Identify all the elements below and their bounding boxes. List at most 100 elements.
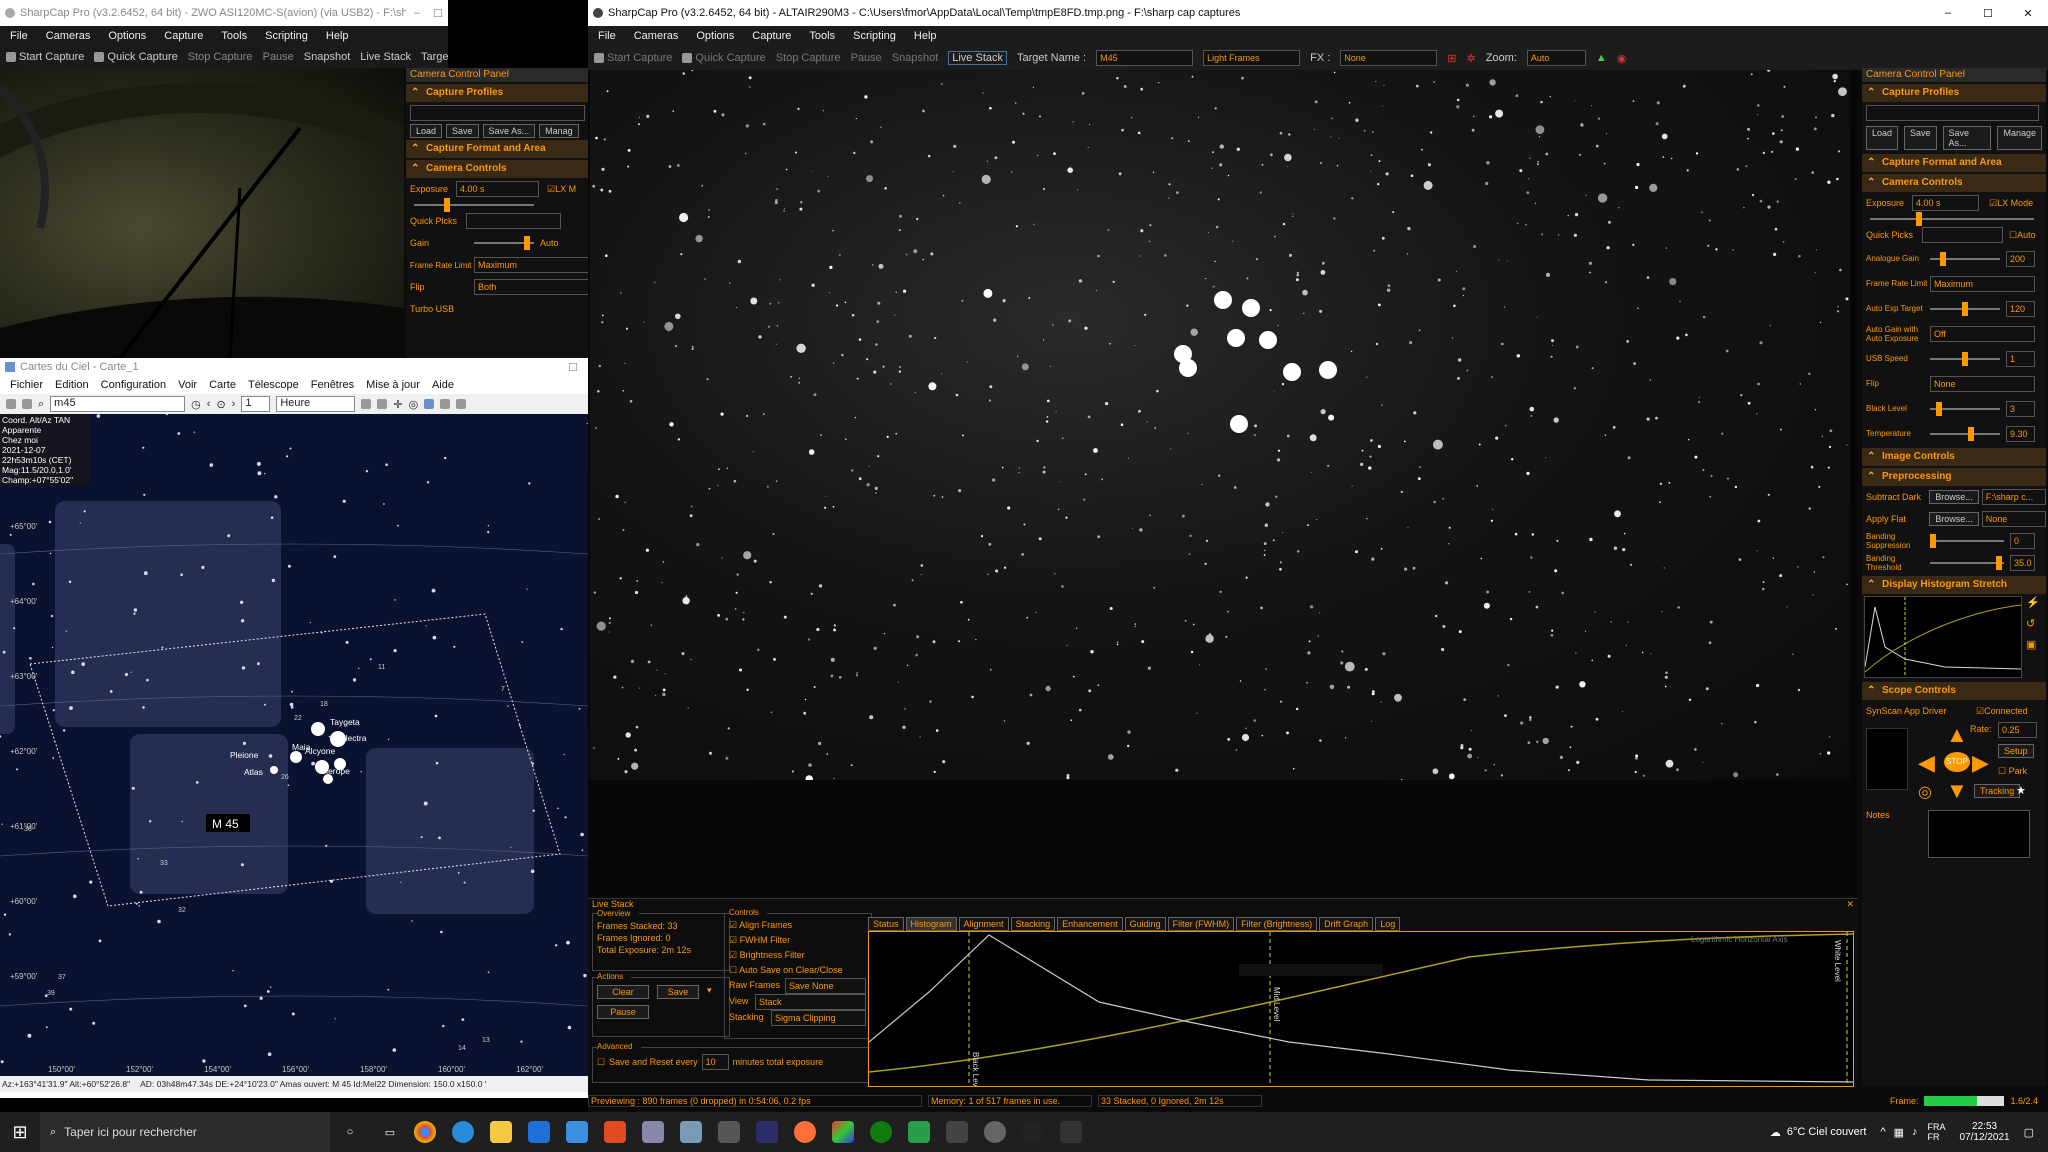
- main-quick-capture-button[interactable]: Quick Capture: [682, 52, 766, 64]
- app-icon-10[interactable]: [756, 1121, 778, 1143]
- left-profile-button[interactable]: Save As...: [482, 124, 536, 138]
- step-input[interactable]: 1: [241, 396, 271, 412]
- live-stack-tab[interactable]: Alignment: [958, 917, 1009, 931]
- camera-controls-section[interactable]: Camera Controls: [406, 160, 590, 178]
- auto-stretch-icon[interactable]: ⚡: [2026, 596, 2040, 609]
- camera-setting-value[interactable]: 200: [2006, 250, 2035, 267]
- tracking-button[interactable]: Tracking: [1974, 784, 2021, 798]
- main-lx-mode-checkbox[interactable]: ☑: [1989, 198, 1997, 209]
- app-icon-18[interactable]: [1060, 1121, 1082, 1143]
- gain-auto-label[interactable]: Auto: [540, 238, 559, 248]
- zoom-select[interactable]: Auto: [1526, 50, 1586, 66]
- reticle-icon[interactable]: ⊞: [1447, 52, 1456, 65]
- live-stack-tab[interactable]: Filter (Brightness): [1236, 917, 1318, 931]
- cdc-menu-item[interactable]: Carte: [209, 379, 236, 391]
- app-icon-15[interactable]: [946, 1121, 968, 1143]
- camera-setting-slider[interactable]: [1930, 351, 2000, 366]
- m45-label[interactable]: M 45: [212, 817, 239, 831]
- sharpcap-main-menu-item[interactable]: Cameras: [634, 30, 679, 42]
- main-maximize-icon[interactable]: ☐: [1968, 7, 2008, 20]
- quick-picks-select[interactable]: [466, 213, 561, 229]
- cdc-menu-item[interactable]: Fenêtres: [311, 379, 354, 391]
- left-profile-button[interactable]: Load: [410, 124, 443, 138]
- main-live-stack-button[interactable]: Live Stack: [948, 51, 1007, 65]
- dark-browse-button[interactable]: Browse...: [1929, 490, 1979, 504]
- main-quick-picks-select[interactable]: [1922, 227, 2003, 243]
- preprocessing-section[interactable]: Preprocessing: [1862, 468, 2046, 486]
- live-stack-tab[interactable]: Histogram: [905, 917, 957, 931]
- main-profile-select[interactable]: [1866, 105, 2039, 121]
- live-stack-button[interactable]: Live Stack: [360, 51, 411, 63]
- display-histogram-section[interactable]: Display Histogram Stretch: [1862, 576, 2046, 594]
- align-frames-checkbox[interactable]: ☑ Align Frames: [729, 918, 867, 933]
- autosave-checkbox[interactable]: ☐ Auto Save on Clear/Close: [729, 963, 867, 978]
- cdc-titlebar[interactable]: Cartes du Ciel - Carte_1 ☐: [0, 358, 588, 376]
- gain-slider[interactable]: [474, 236, 534, 250]
- brightness-filter-checkbox[interactable]: ☑ Brightness Filter: [729, 948, 867, 963]
- record-icon[interactable]: ◉: [1617, 52, 1627, 65]
- save-stack-button[interactable]: Save: [657, 985, 699, 999]
- chrome-icon[interactable]: [414, 1121, 436, 1143]
- main-snapshot-button[interactable]: Snapshot: [892, 52, 938, 64]
- maximize-icon[interactable]: ☐: [428, 7, 448, 20]
- app-icon-7[interactable]: [642, 1121, 664, 1143]
- cdc-menu-item[interactable]: Fichier: [10, 379, 43, 391]
- banding-threshold-value[interactable]: 35.0: [2010, 555, 2035, 571]
- pause-stack-button[interactable]: Pause: [597, 1005, 649, 1019]
- main-profile-button[interactable]: Load: [1866, 126, 1899, 150]
- office-icon[interactable]: [604, 1121, 626, 1143]
- main-exposure-slider[interactable]: [1870, 212, 2034, 226]
- clock[interactable]: 22:53 07/12/2021: [1960, 1121, 2010, 1143]
- mail-icon[interactable]: [566, 1121, 588, 1143]
- language-indicator[interactable]: FRA FR: [1928, 1122, 1946, 1142]
- telescope-icon[interactable]: [424, 399, 435, 409]
- target-icon[interactable]: ◎: [409, 398, 419, 411]
- sharpcap-taskbar-icon[interactable]: [984, 1121, 1006, 1143]
- scope-target-icon[interactable]: ◎: [1918, 782, 1932, 802]
- notifications-icon[interactable]: ▢: [2024, 1126, 2034, 1139]
- cdc-menu-item[interactable]: Configuration: [101, 379, 166, 391]
- sharpcap-main-menu-item[interactable]: Help: [914, 30, 937, 42]
- scope-stop-button[interactable]: STOP: [1944, 752, 1970, 772]
- exposure-slider[interactable]: [414, 198, 534, 212]
- camera-setting-value[interactable]: 120: [2006, 300, 2035, 317]
- volume-icon[interactable]: ♪: [1912, 1126, 1918, 1138]
- lx-mode-checkbox[interactable]: ☑: [547, 184, 555, 195]
- rate-select[interactable]: 0.25: [1998, 722, 2037, 738]
- sharpcap-left-titlebar[interactable]: SharpCap Pro (v3.2.6452, 64 bit) - ZWO A…: [0, 0, 448, 26]
- main-profile-button[interactable]: Save As...: [1942, 126, 1992, 150]
- flip-select[interactable]: Both: [474, 279, 589, 295]
- banding-threshold-slider[interactable]: [1930, 556, 2004, 570]
- calculator-icon[interactable]: [718, 1121, 740, 1143]
- dark-file-select[interactable]: F:\sharp c...: [1981, 489, 2046, 505]
- stacking-select[interactable]: Sigma Clipping: [771, 1010, 866, 1026]
- search-icon[interactable]: ⌕: [38, 398, 44, 411]
- time-unit-select[interactable]: Heure: [276, 396, 356, 412]
- app-icon-14[interactable]: [908, 1121, 930, 1143]
- scope-controls-section[interactable]: Scope Controls: [1862, 682, 2046, 700]
- mirror-icon[interactable]: [440, 399, 451, 409]
- camera-setting-select[interactable]: Off: [1930, 325, 2035, 342]
- live-image-area[interactable]: [588, 70, 1858, 896]
- clear-button[interactable]: Clear: [597, 985, 649, 999]
- arrow-up-button[interactable]: ▲: [1946, 722, 1968, 748]
- arrow-left-button[interactable]: ◀: [1918, 750, 1935, 776]
- file-explorer-icon[interactable]: [490, 1121, 512, 1143]
- notes-input[interactable]: [1928, 810, 2030, 858]
- flat-file-select[interactable]: None: [1981, 511, 2046, 527]
- capture-profiles-section[interactable]: Capture Profiles: [406, 84, 590, 102]
- view-select[interactable]: Stack: [755, 994, 866, 1010]
- live-stack-tab[interactable]: Stacking: [1010, 917, 1056, 931]
- histogram-icon[interactable]: ▲: [1596, 52, 1607, 64]
- star-goto-icon[interactable]: ★: [2016, 784, 2026, 797]
- flat-browse-button[interactable]: Browse...: [1929, 512, 1979, 526]
- exposure-input[interactable]: 4.00 s: [456, 181, 539, 197]
- store-icon[interactable]: [528, 1121, 550, 1143]
- raw-frames-select[interactable]: Save None: [785, 978, 866, 994]
- main-stop-capture-button[interactable]: Stop Capture: [776, 52, 841, 64]
- camera-setting-value[interactable]: 9.30: [2006, 425, 2035, 442]
- banding-suppression-value[interactable]: 0: [2010, 533, 2035, 549]
- focus-icon[interactable]: ✲: [1466, 52, 1475, 65]
- setup-button[interactable]: Setup: [1998, 744, 2034, 758]
- frame-rate-select[interactable]: Maximum: [474, 257, 589, 273]
